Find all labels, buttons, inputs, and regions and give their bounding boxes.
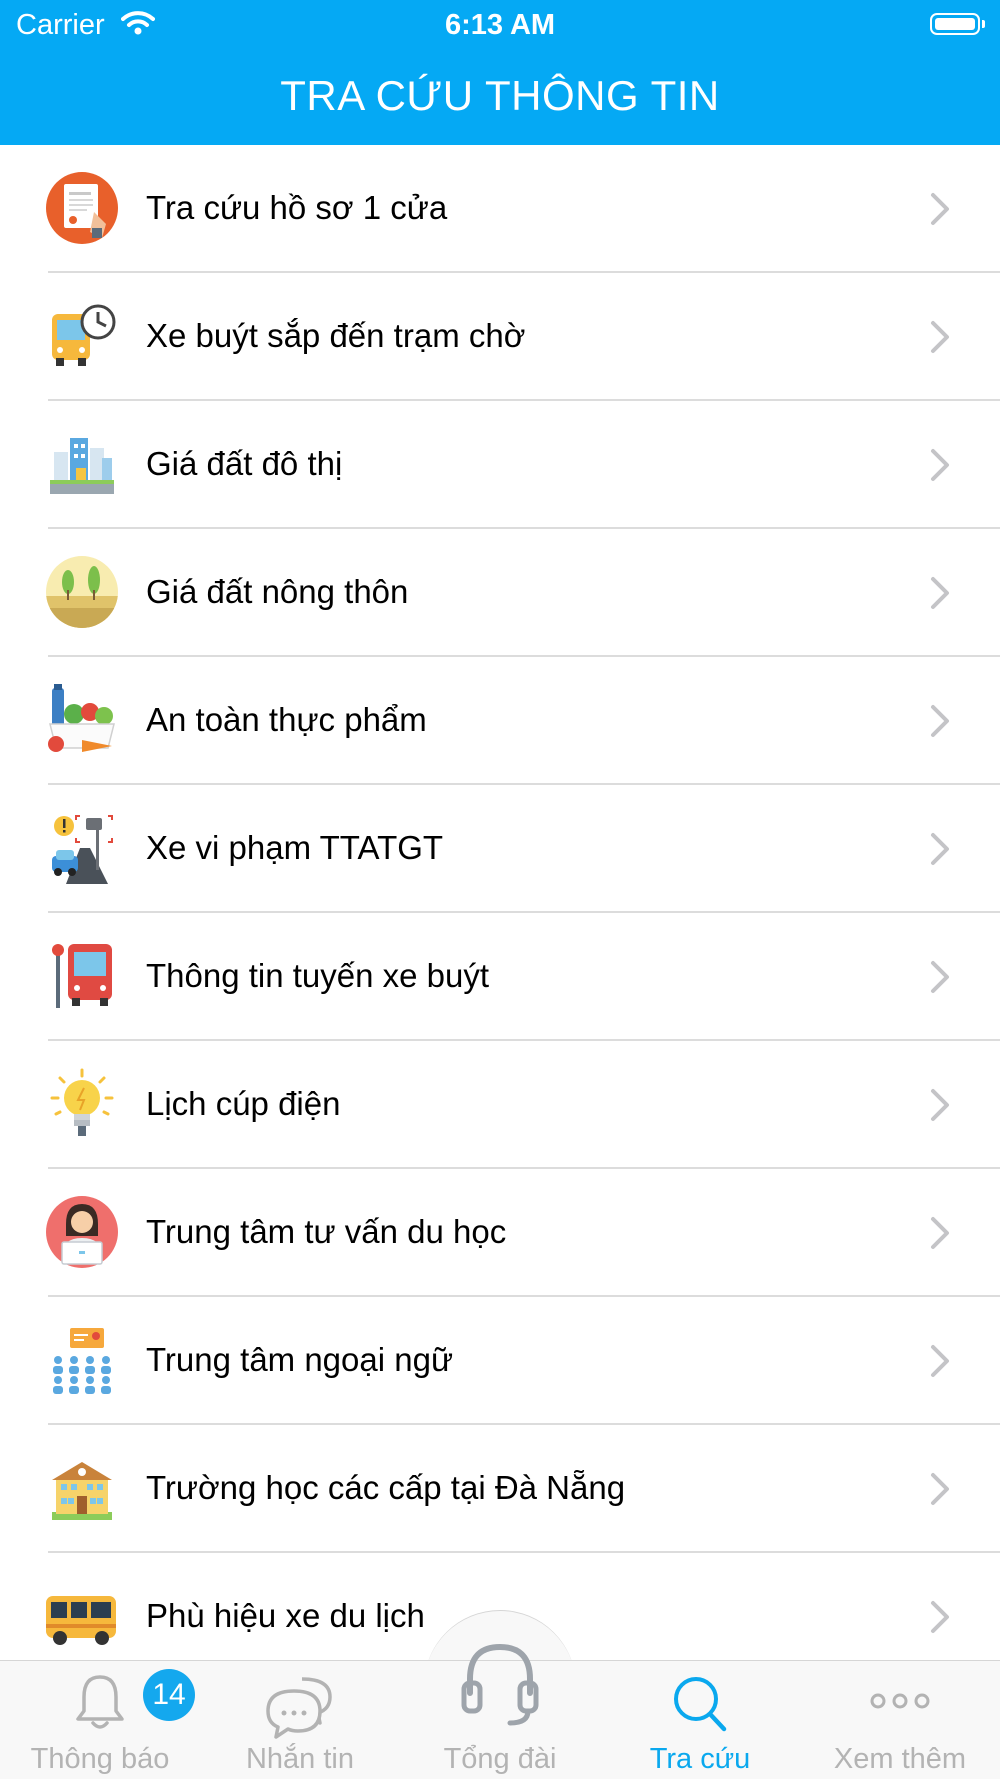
battery-icon — [930, 13, 985, 35]
tab-thong-bao[interactable]: 14 Thông báo — [0, 1661, 200, 1779]
tab-label: Tra cứu — [649, 1743, 751, 1775]
chevron-right-icon — [931, 193, 949, 225]
list-item-gia-dat-nong-thon[interactable]: Giá đất nông thôn — [0, 529, 1000, 657]
list-item-label: Trường học các cấp tại Đà Nẵng — [146, 1469, 626, 1506]
chat-icon — [266, 1677, 332, 1739]
app-header: Carrier 6:13 AM TRA CỨU THÔNG TIN — [0, 0, 1000, 145]
chevron-right-icon — [931, 1345, 949, 1377]
tab-label: Thông báo — [30, 1743, 170, 1775]
list-item-label: Trung tâm tư vấn du học — [146, 1213, 507, 1250]
food-basket-icon — [48, 684, 115, 752]
bus-clock-icon — [52, 304, 116, 366]
tab-bar: 14 Thông báo Nhắn tin Tổng đài Tra cứu X… — [0, 1643, 1000, 1779]
list-item-ho-so-1-cua[interactable]: Tra cứu hồ sơ 1 cửa — [0, 145, 1000, 273]
chevron-right-icon — [931, 1217, 949, 1249]
document-icon — [46, 172, 118, 244]
status-time: 6:13 AM — [444, 9, 556, 41]
list-item-ngoai-ngu[interactable]: Trung tâm ngoại ngữ — [0, 1297, 1000, 1425]
list-item-label: Phù hiệu xe du lịch — [146, 1597, 425, 1634]
chevron-right-icon — [931, 1473, 949, 1505]
list-item-label: An toàn thực phẩm — [146, 701, 427, 738]
list-item-label: Xe vi phạm TTATGT — [146, 829, 444, 866]
list-item-gia-dat-do-thi[interactable]: Giá đất đô thị — [0, 401, 1000, 529]
tab-xem-them[interactable]: Xem thêm — [800, 1661, 1000, 1779]
list-item-tu-van-du-hoc[interactable]: Trung tâm tư vấn du học — [0, 1169, 1000, 1297]
chevron-right-icon — [931, 1601, 949, 1633]
status-bar: Carrier 6:13 AM — [0, 0, 1000, 50]
list-item-xe-buyt-tram-cho[interactable]: Xe buýt sắp đến trạm chờ — [0, 273, 1000, 401]
lookup-list: Tra cứu hồ sơ 1 cửa Xe buýt sắp đến trạm… — [0, 145, 1000, 1660]
tour-bus-icon — [46, 1596, 116, 1645]
chevron-right-icon — [931, 577, 949, 609]
list-item-label: Tra cứu hồ sơ 1 cửa — [146, 189, 448, 226]
chevron-right-icon — [931, 321, 949, 353]
list-item-lich-cup-dien[interactable]: Lịch cúp điện — [0, 1041, 1000, 1169]
list-item-label: Trung tâm ngoại ngữ — [146, 1341, 454, 1378]
page-title: TRA CỨU THÔNG TIN — [280, 72, 720, 119]
list-item-truong-hoc[interactable]: Trường học các cấp tại Đà Nẵng — [0, 1425, 1000, 1553]
chevron-right-icon — [931, 1089, 949, 1121]
traffic-camera-icon — [52, 815, 113, 884]
consultant-icon — [46, 1196, 118, 1268]
list-item-label: Lịch cúp điện — [146, 1085, 341, 1122]
chevron-right-icon — [931, 961, 949, 993]
chevron-right-icon — [931, 449, 949, 481]
list-item-tuyen-xe-buyt[interactable]: Thông tin tuyến xe buýt — [0, 913, 1000, 1041]
bell-icon — [76, 1675, 124, 1729]
tab-tong-dai[interactable]: Tổng đài — [400, 1643, 600, 1779]
classroom-icon — [53, 1328, 111, 1394]
tab-label: Tổng đài — [443, 1743, 557, 1775]
tab-nhan-tin[interactable]: Nhắn tin — [200, 1661, 400, 1779]
list-item-label: Giá đất nông thôn — [146, 573, 409, 610]
bus-stop-icon — [52, 944, 112, 1008]
search-icon — [674, 1677, 727, 1732]
more-icon — [870, 1693, 930, 1709]
tab-label: Nhắn tin — [245, 1743, 354, 1775]
city-buildings-icon — [50, 438, 114, 494]
tab-tra-cuu[interactable]: Tra cứu — [600, 1661, 800, 1779]
list-item-label: Xe buýt sắp đến trạm chờ — [146, 317, 526, 354]
school-building-icon — [52, 1462, 112, 1520]
countryside-icon — [46, 556, 118, 628]
list-item-label: Giá đất đô thị — [146, 445, 343, 482]
list-item-an-toan-thuc-pham[interactable]: An toàn thực phẩm — [0, 657, 1000, 785]
tab-label: Xem thêm — [833, 1743, 967, 1775]
notification-badge: 14 — [143, 1669, 195, 1721]
headset-icon — [461, 1643, 539, 1726]
light-bulb-icon — [50, 1068, 114, 1136]
list-item-xe-vi-pham[interactable]: Xe vi phạm TTATGT — [0, 785, 1000, 913]
list-item-label: Thông tin tuyến xe buýt — [146, 957, 490, 994]
chevron-right-icon — [931, 833, 949, 865]
chevron-right-icon — [931, 705, 949, 737]
